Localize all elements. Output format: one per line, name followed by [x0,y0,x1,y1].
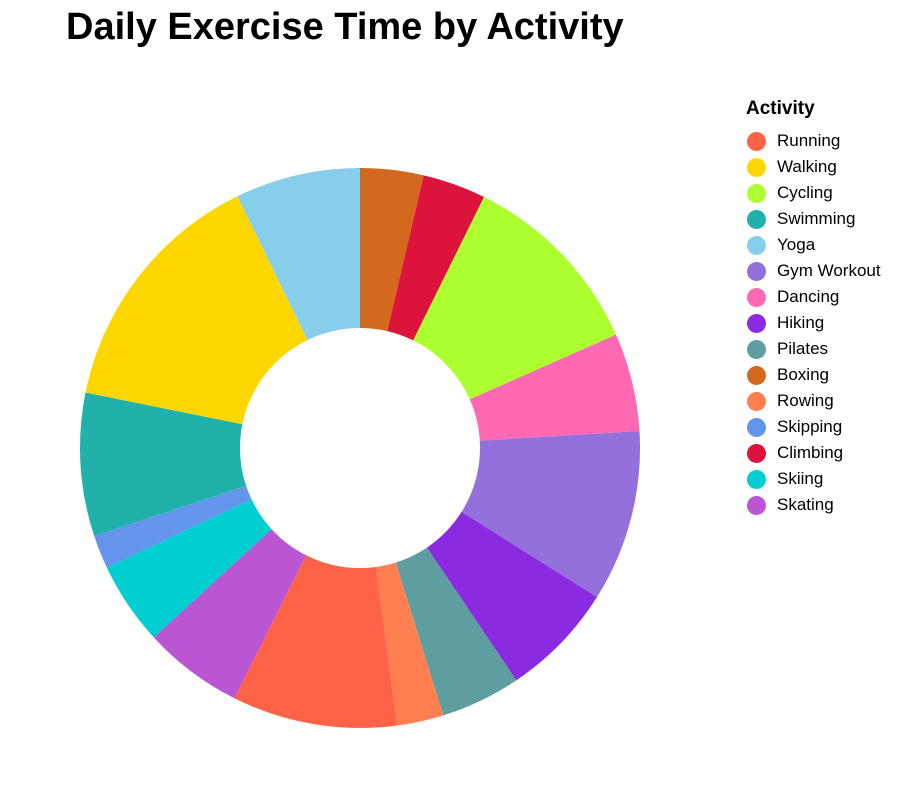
legend-item-hiking: Hiking [746,310,881,336]
legend-swatch-yoga [747,235,766,255]
legend-swatch-hiking [747,313,766,333]
legend-swatch-cycling [747,183,766,203]
donut-slices [79,168,640,728]
legend-item-walking: Walking [746,154,881,180]
legend-item-pilates: Pilates [746,336,881,362]
legend-label: Skating [777,495,834,514]
legend-label: Walking [777,157,837,176]
legend: Activity Running Walking Cycling Swimming Yo… [746,96,881,518]
legend-label: Boxing [777,365,829,384]
legend-item-rowing: Rowing [746,388,881,414]
legend-swatch-skating [747,495,766,515]
legend-swatch-rowing [747,391,766,411]
legend-item-cycling: Cycling [746,180,881,206]
legend-item-skating: Skating [746,492,881,518]
legend-label: Running [777,131,841,150]
legend-item-boxing: Boxing [746,362,881,388]
legend-label: Skiing [777,469,824,488]
legend-label: Climbing [777,443,844,462]
legend-label: Dancing [777,287,840,306]
legend-swatch-swimming [747,209,766,229]
legend-label: Hiking [777,313,825,332]
legend-swatch-skiing [747,469,766,489]
legend-item-dancing: Dancing [746,284,881,310]
legend-label: Rowing [777,391,834,410]
legend-swatch-climbing [747,443,766,463]
legend-item-gym-workout: Gym Workout [746,258,881,284]
legend-label: Swimming [777,209,856,228]
legend-swatch-boxing [747,365,766,385]
legend-item-running: Running [746,128,881,154]
legend-label: Yoga [777,235,816,254]
legend-swatch-running [747,131,766,151]
legend-items: Running Walking Cycling Swimming Yoga Gym Wor… [746,128,881,518]
legend-swatch-skipping [747,417,766,437]
legend-item-skipping: Skipping [746,414,881,440]
legend-label: Cycling [777,183,833,202]
legend-item-climbing: Climbing [746,440,881,466]
legend-swatch-dancing [747,287,766,307]
legend-label: Pilates [777,339,829,358]
legend-item-swimming: Swimming [746,206,881,232]
legend-swatch-gym-workout [747,261,766,281]
legend-swatch-walking [747,157,766,177]
legend-swatch-pilates [747,339,766,359]
legend-item-yoga: Yoga [746,232,881,258]
legend-label: Gym Workout [777,261,881,280]
legend-item-skiing: Skiing [746,466,881,492]
legend-title: Activity [746,98,815,119]
legend-label: Skipping [777,417,843,436]
